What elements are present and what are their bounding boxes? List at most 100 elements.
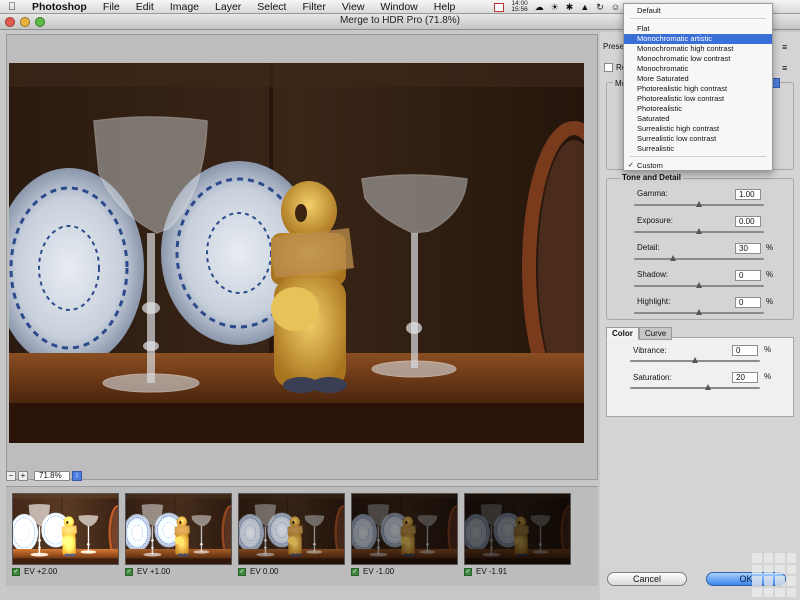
clock[interactable]: 14:00 15:56 — [511, 0, 528, 14]
saturation-slider-thumb[interactable] — [705, 384, 711, 390]
cancel-button[interactable]: Cancel — [607, 572, 687, 586]
menu-image[interactable]: Image — [162, 0, 207, 14]
vibrance-slider-thumb[interactable] — [692, 357, 698, 363]
thumbnail-label: ✓ EV -1.00 — [351, 567, 394, 576]
source-thumbnail[interactable] — [125, 493, 232, 565]
vibrance-label: Vibrance: — [633, 346, 667, 355]
preset-menu-item[interactable]: Default — [624, 6, 772, 16]
preset-menu-item[interactable]: Flat — [624, 24, 772, 34]
status-icons: 14:00 15:56 ☁ ☀ ✱ ▲ ↻ ☺ — [494, 0, 620, 14]
shadow-label: Shadow: — [637, 270, 669, 279]
menu-help[interactable]: Help — [426, 0, 464, 14]
menu-app-name[interactable]: Photoshop — [24, 0, 95, 14]
preset-menu-item[interactable]: Saturated — [624, 114, 772, 124]
watermark-logo — [752, 553, 796, 597]
menu-layer[interactable]: Layer — [207, 0, 249, 14]
apple-menu-icon[interactable]:  — [0, 1, 24, 13]
accessibility-icon[interactable]: ☺ — [611, 2, 620, 12]
preset-menu-item[interactable]: Monochromatic low contrast — [624, 54, 772, 64]
source-images-filmstrip: ✓ EV +2.00 ✓ EV +1.00 ✓ EV 0.00 ✓ EV -1.… — [6, 486, 598, 586]
preset-menu-item[interactable]: Photorealistic — [624, 104, 772, 114]
preset-menu-item[interactable]: Monochromatic — [624, 64, 772, 74]
exposure-value-label: EV -1.91 — [476, 567, 508, 576]
preset-menu-item[interactable]: Surrealistic high contrast — [624, 124, 772, 134]
exposure-value-label: EV +1.00 — [137, 567, 171, 576]
thumbnail-image — [13, 494, 118, 564]
menu-window[interactable]: Window — [372, 0, 425, 14]
detail-slider[interactable] — [634, 258, 764, 260]
include-checkbox[interactable]: ✓ — [351, 567, 359, 576]
exposure-slider-thumb[interactable] — [696, 228, 702, 234]
highlight-field[interactable]: 0 — [735, 297, 761, 308]
preset-menu-item[interactable]: Photorealistic low contrast — [624, 94, 772, 104]
preset-menu-item[interactable]: Custom ✓ — [624, 161, 772, 171]
mode-menu-icon[interactable]: ≡ — [782, 63, 787, 73]
preset-menu-item[interactable]: Monochromatic high contrast — [624, 44, 772, 54]
include-checkbox[interactable]: ✓ — [125, 567, 133, 576]
vibrance-field[interactable]: 0 — [732, 345, 758, 356]
menu-separator — [630, 18, 766, 19]
vibrance-unit: % — [764, 345, 772, 354]
thumbnail-label: ✓ EV +1.00 — [125, 567, 170, 576]
include-checkbox[interactable]: ✓ — [238, 567, 246, 576]
menu-file[interactable]: File — [95, 0, 128, 14]
gamma-field[interactable]: 1.00 — [735, 189, 761, 200]
source-thumbnail[interactable] — [464, 493, 571, 565]
source-thumbnail[interactable] — [351, 493, 458, 565]
detail-field[interactable]: 30 — [735, 243, 761, 254]
preset-menu-item[interactable]: Photorealistic high contrast — [624, 84, 772, 94]
exposure-field[interactable]: 0.00 — [735, 216, 761, 227]
tab-curve[interactable]: Curve — [638, 327, 673, 340]
preset-menu-icon[interactable]: ≡ — [782, 42, 787, 52]
highlight-slider-thumb[interactable] — [696, 309, 702, 315]
menu-separator — [630, 156, 766, 157]
exposure-label: Exposure: — [637, 216, 674, 225]
detail-unit: % — [766, 243, 774, 252]
calendar-icon[interactable] — [494, 2, 505, 12]
include-checkbox[interactable]: ✓ — [12, 567, 20, 576]
cloud-icon[interactable]: ☀ — [551, 2, 559, 13]
shadow-slider-thumb[interactable] — [696, 282, 702, 288]
exposure-value-label: EV 0.00 — [250, 567, 279, 576]
preset-menu-item[interactable]: Monochromatic artistic — [624, 34, 772, 44]
wifi-icon[interactable]: ▲ — [580, 2, 589, 12]
zoom-in-button[interactable]: + — [18, 471, 28, 481]
tone-detail-title: Tone and Detail — [620, 173, 683, 182]
source-thumbnail[interactable] — [238, 493, 345, 565]
thumbnail-image — [352, 494, 457, 564]
preset-menu-item[interactable]: Surrealistic low contrast — [624, 134, 772, 144]
preset-dropdown-menu: Default Flat Monochromatic artistic Monochr… — [623, 3, 773, 171]
remove-ghosts-checkbox[interactable] — [604, 63, 613, 72]
highlight-label: Highlight: — [637, 297, 671, 306]
saturation-slider[interactable] — [630, 387, 760, 389]
thumbnail-image — [465, 494, 570, 564]
include-checkbox[interactable]: ✓ — [464, 567, 472, 576]
checkmark-icon: ✓ — [628, 162, 634, 169]
preset-menu-item[interactable]: Surrealistic — [624, 144, 772, 154]
gamma-slider-thumb[interactable] — [696, 201, 702, 207]
menu-edit[interactable]: Edit — [128, 0, 162, 14]
script-icon[interactable]: ☁ — [535, 2, 544, 13]
menu-view[interactable]: View — [334, 0, 373, 14]
thumbnail-image — [239, 494, 344, 564]
zoom-value[interactable]: 71.8% — [34, 471, 70, 481]
still-life-photo — [9, 63, 584, 443]
gamma-label: Gamma: — [637, 189, 668, 198]
thumbnail-label: ✓ EV +2.00 — [12, 567, 57, 576]
menu-select[interactable]: Select — [249, 0, 294, 14]
menu-filter[interactable]: Filter — [294, 0, 333, 14]
preset-menu-item[interactable]: More Saturated — [624, 74, 772, 84]
source-thumbnail[interactable] — [12, 493, 119, 565]
exposure-value-label: EV -1.00 — [363, 567, 395, 576]
zoom-out-button[interactable]: − — [6, 471, 16, 481]
tab-color[interactable]: Color — [606, 327, 639, 340]
bluetooth-icon[interactable]: ✱ — [566, 2, 574, 13]
shadow-field[interactable]: 0 — [735, 270, 761, 281]
zoom-dropdown-icon[interactable]: ↕ — [72, 471, 82, 481]
hdr-preview-image[interactable] — [9, 63, 584, 443]
detail-slider-thumb[interactable] — [670, 255, 676, 261]
thumbnail-label: ✓ EV -1.91 — [464, 567, 507, 576]
sync-icon[interactable]: ↻ — [596, 2, 604, 13]
saturation-field[interactable]: 20 — [732, 372, 758, 383]
clock-bottom: 15:56 — [511, 6, 528, 13]
